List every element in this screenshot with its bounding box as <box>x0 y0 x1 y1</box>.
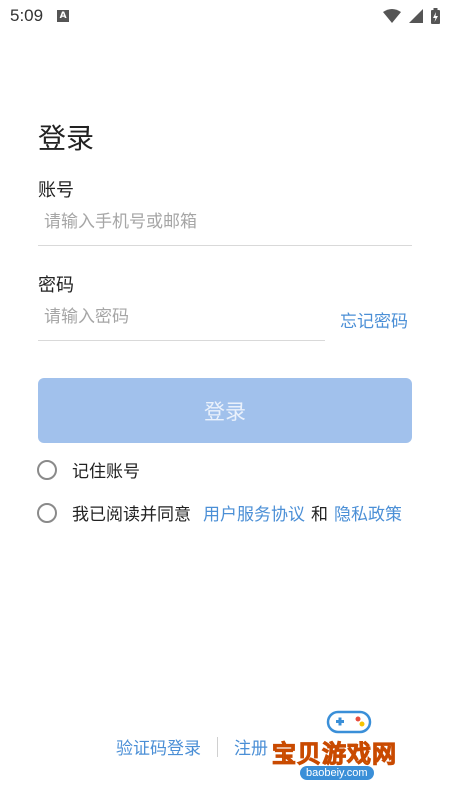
gamepad-icon <box>326 710 372 734</box>
password-input[interactable] <box>38 301 324 333</box>
remember-account-radio[interactable] <box>37 459 57 480</box>
login-button[interactable]: 登录 <box>38 378 412 443</box>
page-title: 登录 <box>38 122 95 155</box>
account-label: 账号 <box>38 180 74 201</box>
privacy-policy-link[interactable]: 隐私政策 <box>334 500 402 525</box>
notification-a-icon: A <box>57 10 70 22</box>
bottom-links: 验证码登录 注册 <box>116 734 268 759</box>
remember-account-row[interactable]: 记住账号 <box>37 457 140 482</box>
status-bar: 5:09 A <box>0 0 450 32</box>
status-right <box>383 8 440 24</box>
bottom-divider <box>217 736 218 757</box>
battery-icon <box>431 8 440 24</box>
agreement-prefix: 我已阅读并同意 <box>72 505 191 525</box>
status-time: 5:09 <box>10 6 44 25</box>
forgot-password-link[interactable]: 忘记密码 <box>340 307 408 332</box>
and-text: 和 <box>311 505 328 525</box>
user-agreement-link[interactable]: 用户服务协议 <box>203 500 305 525</box>
agreement-radio[interactable] <box>37 502 57 523</box>
password-label: 密码 <box>38 275 74 296</box>
password-underline <box>38 340 325 341</box>
agreement-row: 我已阅读并同意 用户服务协议 和 隐私政策 <box>37 500 402 525</box>
remember-account-label: 记住账号 <box>72 462 140 482</box>
account-input[interactable] <box>38 206 412 238</box>
account-underline <box>38 245 412 246</box>
signal-icon <box>409 9 423 23</box>
register-link[interactable]: 注册 <box>234 734 268 759</box>
status-left: 5:09 A <box>10 6 70 26</box>
watermark-text: 宝贝游戏网 <box>272 740 397 769</box>
wifi-icon <box>383 9 401 23</box>
watermark-url: baobeiy.com <box>300 766 374 780</box>
watermark-logo: 宝贝游戏网 baobeiy.com <box>272 706 422 792</box>
sms-login-link[interactable]: 验证码登录 <box>116 734 201 759</box>
